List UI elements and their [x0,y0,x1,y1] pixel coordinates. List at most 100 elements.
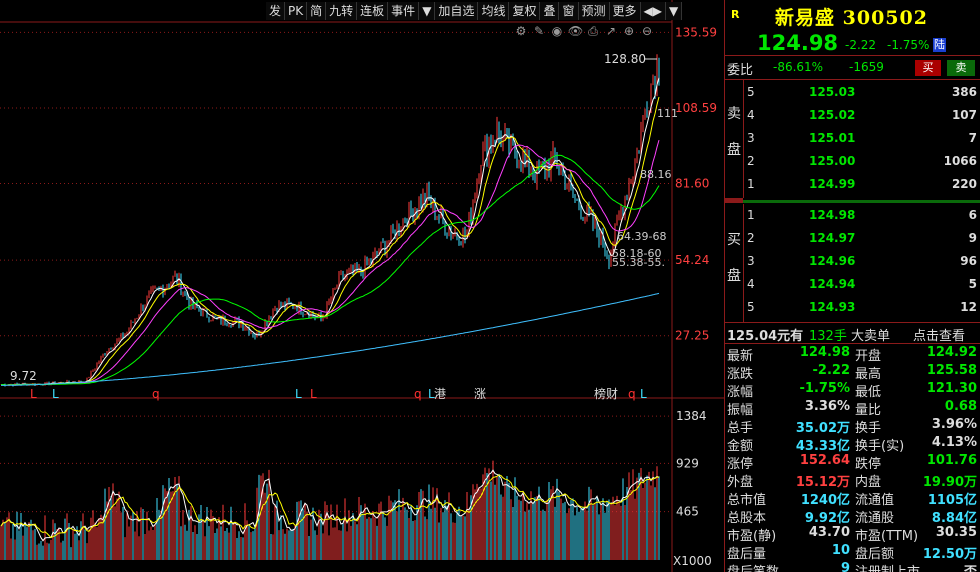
stat-row: 市盈(静) 43.70 市盈(TTM) 30.35 [725,524,980,544]
event-marker: 榜财 [594,386,618,401]
expand-icon[interactable]: ↗ [604,24,618,39]
event-marker: q [414,387,422,401]
event-marker: L [640,387,647,401]
quote-panel: R 新易盛 300502 124.98 -2.22 -1.75% 陆 委比 -8… [724,0,980,572]
stat-value: 否 [964,561,977,572]
stat-value: 125.58 [926,363,977,378]
toolbar-add-watchlist-button[interactable]: 加自选 [435,2,479,20]
stat-value: 3.36% [804,399,850,414]
toolbar-menu-dropdown-icon[interactable]: ▼ [666,2,683,20]
stat-label: 注册制上市 [855,561,920,572]
bid-row[interactable]: 1 124.98 6 [725,204,980,227]
stat-row: 涨跌 -2.22 最高 125.58 [725,362,980,382]
stat-value: 30.35 [935,525,977,540]
chart-area[interactable]: 135.59 108.59 81.60 54.24 27.25 128.80 9.72 111… [0,0,724,572]
stat-value: 0.68 [944,399,977,414]
bid-level: 5 [747,300,755,314]
event-marker: q [152,387,160,401]
volume-tick-label: 929 [676,456,699,470]
stat-row: 金额 43.33亿 换手(实) 4.13% [725,434,980,454]
volume-unit-label: X1000 [673,554,712,568]
min-price-label: 9.72 [10,369,37,383]
ask-volume: 7 [968,131,977,145]
toolbar-more-button[interactable]: 更多 [610,2,641,20]
ask-price: 124.99 [809,177,856,191]
ask-level: 2 [747,154,755,168]
toolbar-jiuzhuan-button[interactable]: 九转 [326,2,358,20]
zoom-in-icon[interactable]: ⊕ [622,24,636,39]
volume-ma10-line [0,474,660,539]
ask-price: 125.03 [809,85,856,99]
bid-volume: 6 [968,208,977,222]
stat-value: -1.75% [799,381,851,396]
ask-row[interactable]: 1 124.99 220 [725,173,980,196]
price-tick-label: 54.24 [675,253,709,267]
deal-type: 大卖单 [851,329,891,344]
bid-price: 124.93 [809,300,856,314]
toolbar-predict-button[interactable]: 预测 [579,2,610,20]
toolbar-event-dropdown-icon[interactable]: ▼ [419,2,436,20]
last-price: 124.98 [757,31,839,55]
stat-row: 总手 35.02万 换手 3.96% [725,416,980,436]
weibi-row: 委比 -86.61% -1659 买 卖 [725,56,980,80]
bid-price: 124.94 [809,277,856,291]
weibi-ratio: -86.61% [773,60,824,74]
bid-level: 2 [747,231,755,245]
event-marker: q [628,387,636,401]
ma250-line [1,292,660,386]
bid-row[interactable]: 5 124.93 12 [725,296,980,319]
ask-row[interactable]: 4 125.02 107 [725,104,980,127]
ma5-line [0,77,660,386]
deal-view-link[interactable]: 点击查看 [913,325,965,344]
stat-value: 43.70 [808,525,850,540]
buy-button[interactable]: 买 [915,60,941,76]
bid-level: 3 [747,254,755,268]
toolbar-window-button[interactable]: 窗 [559,2,579,20]
toolbar-overlay-button[interactable]: 叠 [540,2,560,20]
toolbar-adjust-button[interactable]: 复权 [509,2,541,20]
kline-chart[interactable]: 135.59 108.59 81.60 54.24 27.25 128.80 9.72 111… [0,0,724,572]
stat-value: 124.98 [799,345,850,360]
draw-pen-icon[interactable]: ✎ [532,24,546,39]
event-marker: L [310,387,317,401]
toolbar-fa-button[interactable]: 发 [266,2,286,20]
price-tick-label: 27.25 [675,329,709,343]
print-icon[interactable]: ⎙ [586,24,600,39]
stat-value: 4.13% [931,435,977,450]
stat-row: 总市值 1240亿 流通值 1105亿 [725,488,980,508]
bid-row[interactable]: 2 124.97 9 [725,227,980,250]
stat-value: 124.92 [926,345,977,360]
ask-level: 3 [747,131,755,145]
toolbar-lianban-button[interactable]: 连板 [357,2,389,20]
ask-row[interactable]: 3 125.01 7 [725,127,980,150]
ma20-line [0,139,660,386]
eye-icon[interactable]: 👁 [568,24,583,39]
ask-row[interactable]: 2 125.00 1066 [725,150,980,173]
stat-row: 总股本 9.92亿 流通股 8.84亿 [725,506,980,526]
bid-volume: 96 [960,254,977,268]
toolbar-event-button[interactable]: 事件 [388,2,420,20]
ask-row[interactable]: 5 125.03 386 [725,81,980,104]
zoom-out-icon[interactable]: ⊖ [640,24,654,39]
chart-tools: ⚙ ✎ ◉ 👁 ⎙ ↗ ⊕ ⊖ [514,24,654,39]
price-change: -2.22 [845,38,877,52]
bid-volume: 5 [968,277,977,291]
bid-row[interactable]: 3 124.96 96 [725,250,980,273]
ask-price: 125.01 [809,131,856,145]
toolbar-jian-button[interactable]: 简 [307,2,327,20]
ask-volume: 386 [951,85,977,99]
toolbar-pk-button[interactable]: PK [285,2,308,20]
toolbar-ma-button[interactable]: 均线 [478,2,510,20]
event-marker: 涨 [474,386,486,401]
stock-code: 300502 [842,7,928,29]
event-marker: L [295,387,302,401]
chart-toolbar: 发 PK 简 九转 连板 事件 ▼ 加自选 均线 复权 叠 窗 预测 更多 ◀▶… [266,2,683,20]
stock-name: 新易盛 [775,7,836,29]
sell-button[interactable]: 卖 [947,60,975,76]
settings-icon[interactable]: ⚙ [514,24,528,39]
toolbar-play-icon[interactable]: ◀▶ [641,2,666,20]
price-change-pct: -1.75% [887,38,930,52]
bid-row[interactable]: 4 124.94 5 [725,273,980,296]
target-icon[interactable]: ◉ [550,24,564,39]
market-tag-badge: 陆 [933,38,946,52]
